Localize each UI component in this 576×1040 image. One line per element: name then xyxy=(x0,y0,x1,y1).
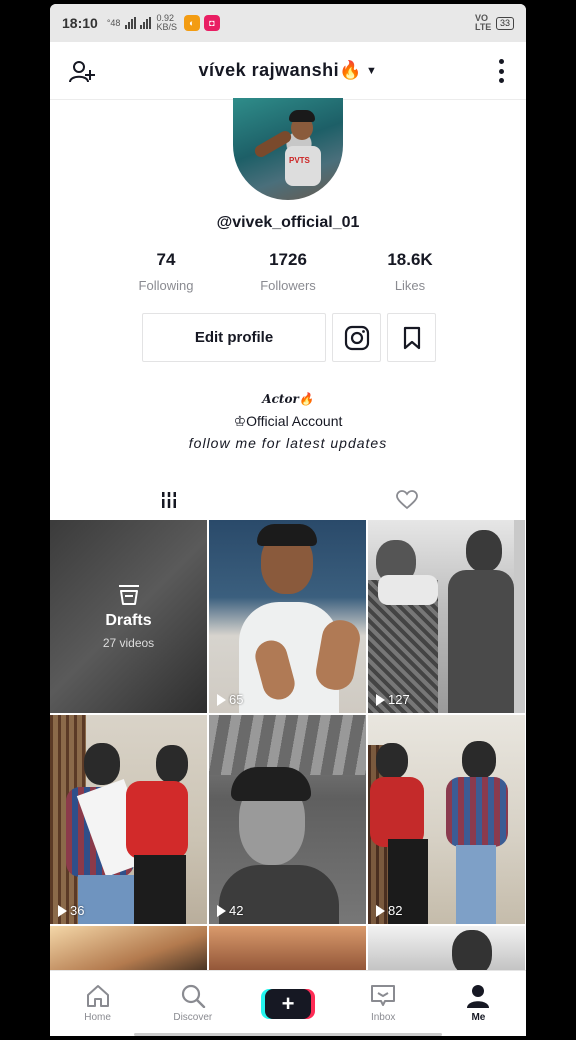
home-icon xyxy=(86,985,109,1007)
network-speed: 0.92 KB/S xyxy=(156,14,177,32)
view-count: 65 xyxy=(217,692,243,707)
view-count-value: 36 xyxy=(70,903,85,918)
nav-label: Discover xyxy=(173,1012,213,1023)
avatar[interactable]: PVTS xyxy=(233,98,343,200)
chevron-down-icon: ▼ xyxy=(366,64,378,77)
view-count-value: 42 xyxy=(229,903,244,918)
view-count: 127 xyxy=(376,692,410,707)
status-bar: 18:10 °48 0.92 KB/S ◐ ◘ VO LTE 33 xyxy=(50,4,526,42)
nav-discover[interactable]: Discover xyxy=(145,971,240,1036)
volte-indicator: VO LTE xyxy=(474,13,492,32)
search-icon xyxy=(181,984,205,1008)
network-type: °48 xyxy=(106,17,121,28)
video-tile[interactable] xyxy=(368,926,525,976)
drafts-count: 27 videos xyxy=(102,635,155,650)
view-count: 36 xyxy=(58,903,84,918)
view-count: 82 xyxy=(376,903,402,918)
nav-label: Home xyxy=(84,1012,111,1023)
profile-handle: @vivek_official_01 xyxy=(216,214,360,231)
speed-unit: KB/S xyxy=(156,22,177,32)
home-indicator xyxy=(134,1033,442,1036)
notification-app-icon-2: ◘ xyxy=(203,15,220,31)
notification-app-icon: ◐ xyxy=(183,15,200,31)
nav-inbox[interactable]: Inbox xyxy=(336,971,431,1036)
person-add-icon[interactable] xyxy=(68,58,96,86)
username-title: vívek rajwanshi🔥 xyxy=(198,60,363,80)
edit-profile-button[interactable]: Edit profile xyxy=(142,313,326,362)
signal-icon xyxy=(125,17,137,29)
bio-line-3: follow me for latest updates xyxy=(188,435,388,451)
nav-home[interactable]: Home xyxy=(50,971,145,1036)
bookmark-icon xyxy=(403,326,420,349)
video-tile[interactable]: 65 xyxy=(209,520,366,713)
play-icon xyxy=(58,904,67,917)
heart-icon xyxy=(396,490,418,510)
profile-actions: Edit profile xyxy=(142,313,436,362)
profile-header: vívek rajwanshi🔥 ▼ xyxy=(50,42,526,100)
content-tabs xyxy=(50,478,526,522)
profile-bio: Actor🔥 ♔Official Account follow me for l… xyxy=(50,388,526,454)
status-right: VO LTE 33 xyxy=(472,14,514,32)
play-icon xyxy=(376,693,385,706)
tab-videos[interactable] xyxy=(50,478,288,522)
drafts-tile[interactable]: Drafts 27 videos xyxy=(50,520,207,713)
nav-label: Me xyxy=(471,1012,486,1023)
nav-me[interactable]: Me xyxy=(431,971,526,1036)
username-switcher[interactable]: vívek rajwanshi🔥 ▼ xyxy=(199,60,378,81)
drafts-label: Drafts xyxy=(105,611,152,629)
grid-icon xyxy=(162,492,176,508)
tab-liked[interactable] xyxy=(288,478,526,522)
phone-screen: 18:10 °48 0.92 KB/S ◐ ◘ VO LTE 33 vívek … xyxy=(50,4,526,1036)
battery-icon: 33 xyxy=(495,16,514,30)
stat-value: 1726 xyxy=(269,250,307,269)
bottom-nav: Home Discover + Inbox Me xyxy=(50,970,526,1036)
status-time: 18:10 xyxy=(62,15,98,31)
stat-following[interactable]: 74 Following xyxy=(105,250,227,293)
inbox-icon xyxy=(371,985,396,1006)
profile-icon xyxy=(467,985,490,1008)
view-count: 42 xyxy=(217,903,243,918)
video-tile[interactable]: 42 xyxy=(209,715,366,924)
video-grid: Drafts 27 videos 65 127 36 42 82 xyxy=(50,520,526,976)
stat-value: 74 xyxy=(156,250,176,269)
stat-followers[interactable]: 1726 Followers xyxy=(227,250,349,293)
stat-label: Likes xyxy=(394,278,426,293)
video-tile[interactable] xyxy=(50,926,207,976)
more-vertical-icon[interactable] xyxy=(496,59,506,83)
video-tile[interactable]: 36 xyxy=(50,715,207,924)
plus-icon: + xyxy=(265,988,311,1019)
stat-label: Following xyxy=(138,278,194,293)
signal-icon-2 xyxy=(140,17,152,29)
video-tile[interactable] xyxy=(209,926,366,976)
nav-label: Inbox xyxy=(370,1012,396,1023)
nav-create[interactable]: + xyxy=(240,971,335,1036)
stat-value: 18.6K xyxy=(387,250,433,269)
video-tile[interactable]: 82 xyxy=(368,715,525,924)
view-count-value: 127 xyxy=(388,692,410,707)
stat-label: Followers xyxy=(260,278,316,293)
instagram-button[interactable] xyxy=(332,313,381,362)
bookmark-button[interactable] xyxy=(387,313,436,362)
view-count-value: 65 xyxy=(229,692,244,707)
instagram-icon xyxy=(344,325,369,350)
play-icon xyxy=(217,904,226,917)
bio-line-1: Actor🔥 xyxy=(262,392,314,406)
play-icon xyxy=(376,904,385,917)
stat-likes[interactable]: 18.6K Likes xyxy=(349,250,471,293)
bio-line-2: ♔Official Account xyxy=(233,413,343,429)
video-tile[interactable]: 127 xyxy=(368,520,525,713)
play-icon xyxy=(217,693,226,706)
profile-stats: 74 Following 1726 Followers 18.6K Likes xyxy=(105,250,471,293)
drafts-icon xyxy=(118,584,139,605)
view-count-value: 82 xyxy=(388,903,403,918)
